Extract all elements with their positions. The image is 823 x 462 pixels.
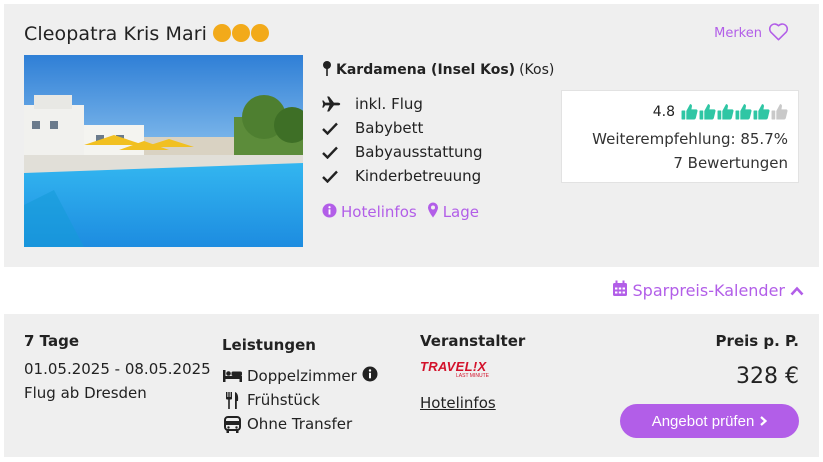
offer-card: 7 Tage 01.05.2025 - 08.05.2025 Flug ab D… <box>4 314 819 457</box>
rating-box[interactable]: 4.8 Weiterempfehlung: 85.7% 7 Bewertunge… <box>561 90 799 183</box>
hotel-photo[interactable] <box>24 55 303 247</box>
service-meal: Frühstück <box>222 388 378 412</box>
hotel-links: Hotelinfos Lage <box>322 202 479 222</box>
lage-label: Lage <box>442 203 479 221</box>
feature-label: inkl. Flug <box>355 95 423 113</box>
check-icon <box>322 146 355 159</box>
hotel-name[interactable]: Cleopatra Kris Mari <box>24 23 207 45</box>
location-main: Kardamena (Insel Kos) <box>336 62 516 78</box>
service-label: Doppelzimmer <box>247 367 357 385</box>
offer-duration: 7 Tage <box>24 332 79 350</box>
offer-price: Preis p. P. 328 € <box>716 332 799 389</box>
thumb-up-filled-icon <box>699 104 716 120</box>
info-icon[interactable] <box>362 366 378 386</box>
service-transfer: Ohne Transfer <box>222 412 378 436</box>
location-region: (Kos) <box>519 62 555 78</box>
operator-logo-sub: LAST MINUTE <box>456 373 489 379</box>
star-rating <box>213 24 269 42</box>
thumb-up-empty-icon <box>771 104 788 120</box>
operator-hotelinfos-link[interactable]: Hotelinfos <box>420 394 496 412</box>
thumb-up-filled-icon <box>717 104 734 120</box>
angebot-pruefen-button[interactable]: Angebot prüfen <box>620 404 799 438</box>
feature-label: Babybett <box>355 119 424 137</box>
thumb-up-filled-icon <box>681 104 698 120</box>
hotelinfos-label: Hotelinfos <box>341 203 417 221</box>
cta-label: Angebot prüfen <box>651 412 755 430</box>
map-marker-icon <box>427 202 439 222</box>
service-room: Doppelzimmer <box>222 364 378 388</box>
price-value: 328 € <box>736 364 799 389</box>
service-label: Ohne Transfer <box>247 415 353 433</box>
chevron-right-icon <box>760 413 768 430</box>
star-icon <box>251 24 269 42</box>
location: Kardamena (Insel Kos) (Kos) <box>322 60 554 80</box>
list-item: Babybett <box>322 116 483 140</box>
check-icon <box>322 122 355 135</box>
list-item: inkl. Flug <box>322 92 483 116</box>
offer-services: Leistungen Doppelzimmer Frühstück Ohne T… <box>222 336 378 436</box>
list-item: Babyausstattung <box>322 140 483 164</box>
utensils-icon <box>222 391 242 409</box>
calendar-icon <box>612 280 628 301</box>
bus-icon <box>222 415 242 433</box>
merken-button[interactable]: Merken <box>714 22 789 45</box>
rating-row: 4.8 <box>653 103 788 120</box>
feature-list: inkl. Flug Babybett Babyausstattung Kind… <box>322 92 483 188</box>
bed-icon <box>222 370 242 382</box>
offer-operator: Veranstalter TRAVEL!X LAST MINUTE Hoteli… <box>420 332 525 412</box>
feature-label: Kinderbetreuung <box>355 167 482 185</box>
operator-logo: TRAVEL!X LAST MINUTE <box>420 360 498 382</box>
offer-dates: 01.05.2025 - 08.05.2025 <box>24 360 211 378</box>
recommendation-text: Weiterempfehlung: 85.7% <box>592 130 788 148</box>
thumb-up-filled-icon <box>735 104 752 120</box>
lage-link[interactable]: Lage <box>427 202 479 222</box>
star-icon <box>232 24 250 42</box>
thumb-up-filled-icon <box>753 104 770 120</box>
heart-icon <box>768 22 789 45</box>
operator-logo-text: TRAVEL!X <box>420 359 487 374</box>
feature-label: Babyausstattung <box>355 143 483 161</box>
service-label: Frühstück <box>247 391 320 409</box>
sparpreis-kalender-label: Sparpreis-Kalender <box>632 281 786 300</box>
review-count[interactable]: 7 Bewertungen <box>673 154 788 172</box>
price-heading: Preis p. P. <box>715 332 799 350</box>
map-pin-icon <box>322 60 332 80</box>
rating-score: 4.8 <box>652 103 675 120</box>
operator-heading: Veranstalter <box>420 332 526 350</box>
merken-label: Merken <box>714 26 762 41</box>
thumbs-rating <box>681 103 788 120</box>
hotel-card: Cleopatra Kris Mari Merken Kardamena (In… <box>4 4 819 267</box>
hotelinfos-link[interactable]: Hotelinfos <box>322 202 417 222</box>
star-icon <box>213 24 231 42</box>
check-icon <box>322 170 355 183</box>
list-item: Kinderbetreuung <box>322 164 483 188</box>
info-icon <box>322 202 337 222</box>
services-heading: Leistungen <box>222 336 316 354</box>
offer-departure: Flug ab Dresden <box>24 384 147 402</box>
sparpreis-kalender-toggle[interactable]: Sparpreis-Kalender <box>612 280 805 301</box>
chevron-up-icon <box>790 281 804 300</box>
plane-icon <box>322 96 355 112</box>
offer-travel-info: 7 Tage 01.05.2025 - 08.05.2025 Flug ab D… <box>24 332 211 402</box>
